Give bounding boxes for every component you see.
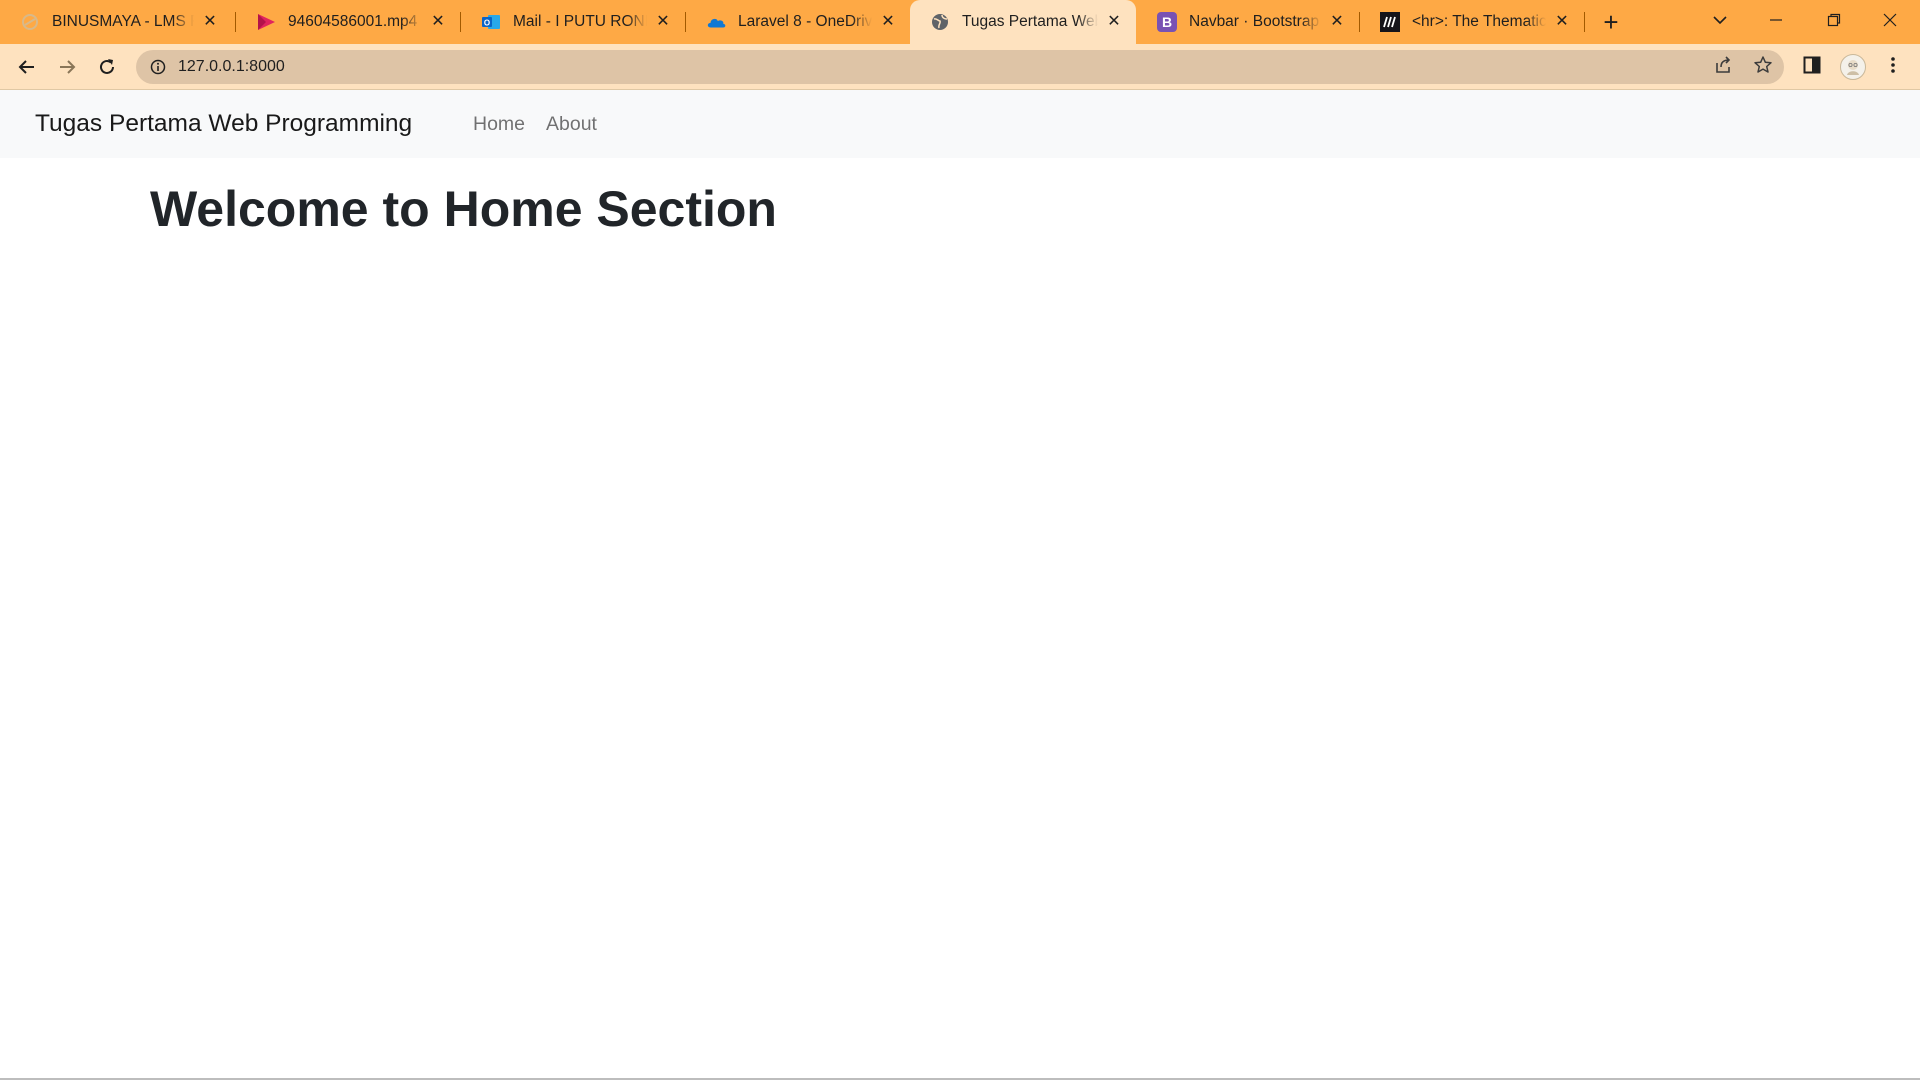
close-window-button[interactable] <box>1862 0 1918 40</box>
outlook-icon: O <box>481 12 501 32</box>
close-tab-icon[interactable]: ✕ <box>200 12 220 32</box>
onedrive-icon <box>706 12 726 32</box>
bootstrap-icon: B <box>1157 12 1177 32</box>
close-tab-icon[interactable]: ✕ <box>878 12 898 32</box>
forward-button[interactable] <box>51 51 83 83</box>
tab-strip: BINUSMAYA - LMS Fo ✕ 94604586001.mp4 ✕ O… <box>0 0 1920 44</box>
navbar-brand[interactable]: Tugas Pertama Web Programming <box>35 110 412 138</box>
tab-search-button[interactable] <box>1692 0 1748 40</box>
tab-mdn[interactable]: <hr>: The Thematic B ✕ <box>1360 0 1584 44</box>
tab-title: Tugas Pertama Web P <box>962 13 1098 30</box>
page-content: Tugas Pertama Web Programming Home About… <box>0 90 1920 1076</box>
reload-button[interactable] <box>91 51 123 83</box>
tab-title: BINUSMAYA - LMS Fo <box>52 13 194 30</box>
binusmaya-icon <box>20 12 40 32</box>
tab-active-tugas[interactable]: Tugas Pertama Web P ✕ <box>910 0 1136 44</box>
back-button[interactable] <box>11 51 43 83</box>
bookmark-button[interactable] <box>1748 50 1778 80</box>
restore-button[interactable] <box>1806 0 1862 40</box>
share-button[interactable] <box>1708 50 1738 80</box>
back-arrow-icon <box>18 60 34 74</box>
forward-arrow-icon <box>60 60 76 74</box>
minimize-icon <box>1770 19 1782 21</box>
chevron-down-icon <box>1713 16 1727 25</box>
star-icon <box>1754 56 1772 73</box>
tab-title: <hr>: The Thematic B <box>1412 13 1546 30</box>
new-tab-button[interactable]: + <box>1596 8 1626 36</box>
close-tab-icon[interactable]: ✕ <box>1327 12 1347 32</box>
address-bar[interactable]: 127.0.0.1:8000 <box>136 50 1784 84</box>
close-icon <box>1883 13 1897 27</box>
tab-title: 94604586001.mp4 <box>288 13 418 30</box>
svg-text:B: B <box>1162 14 1172 30</box>
close-tab-icon[interactable]: ✕ <box>1552 12 1572 32</box>
side-panel-button[interactable] <box>1797 50 1827 80</box>
tab-bootstrap[interactable]: B Navbar · Bootstrap v5 ✕ <box>1137 0 1359 44</box>
nav-link-home[interactable]: Home <box>473 113 525 136</box>
close-tab-icon[interactable]: ✕ <box>428 12 448 32</box>
close-tab-icon[interactable]: ✕ <box>1104 12 1124 32</box>
url-text: 127.0.0.1:8000 <box>178 58 285 75</box>
side-panel-icon <box>1803 56 1821 74</box>
svg-text:O: O <box>484 19 490 28</box>
browser-menu-button[interactable] <box>1878 50 1908 80</box>
info-icon[interactable] <box>148 57 168 77</box>
page-heading: Welcome to Home Section <box>150 181 777 237</box>
tab-onedrive[interactable]: Laravel 8 - OneDrive ✕ <box>686 0 910 44</box>
minimize-button[interactable] <box>1748 0 1804 40</box>
site-navbar: Tugas Pertama Web Programming Home About <box>0 90 1920 158</box>
reload-icon <box>100 59 114 74</box>
profile-avatar[interactable] <box>1840 54 1866 80</box>
play-icon <box>256 12 276 32</box>
more-vertical-icon <box>1891 57 1895 73</box>
restore-icon <box>1827 13 1841 27</box>
avatar-icon <box>1847 60 1859 75</box>
tab-title: Mail - I PUTU RONNY <box>513 13 647 30</box>
nav-link-about[interactable]: About <box>546 113 597 136</box>
tab-mail[interactable]: O Mail - I PUTU RONNY ✕ <box>461 0 685 44</box>
browser-toolbar: 127.0.0.1:8000 <box>0 44 1920 90</box>
share-icon <box>1716 56 1731 73</box>
tab-title: Laravel 8 - OneDrive <box>738 13 872 30</box>
mdn-icon <box>1380 12 1400 32</box>
tab-title: Navbar · Bootstrap v5 <box>1189 13 1321 30</box>
close-tab-icon[interactable]: ✕ <box>653 12 673 32</box>
globe-icon <box>930 12 950 32</box>
tab-binusmaya[interactable]: BINUSMAYA - LMS Fo ✕ <box>0 0 232 44</box>
tab-video[interactable]: 94604586001.mp4 ✕ <box>236 0 460 44</box>
